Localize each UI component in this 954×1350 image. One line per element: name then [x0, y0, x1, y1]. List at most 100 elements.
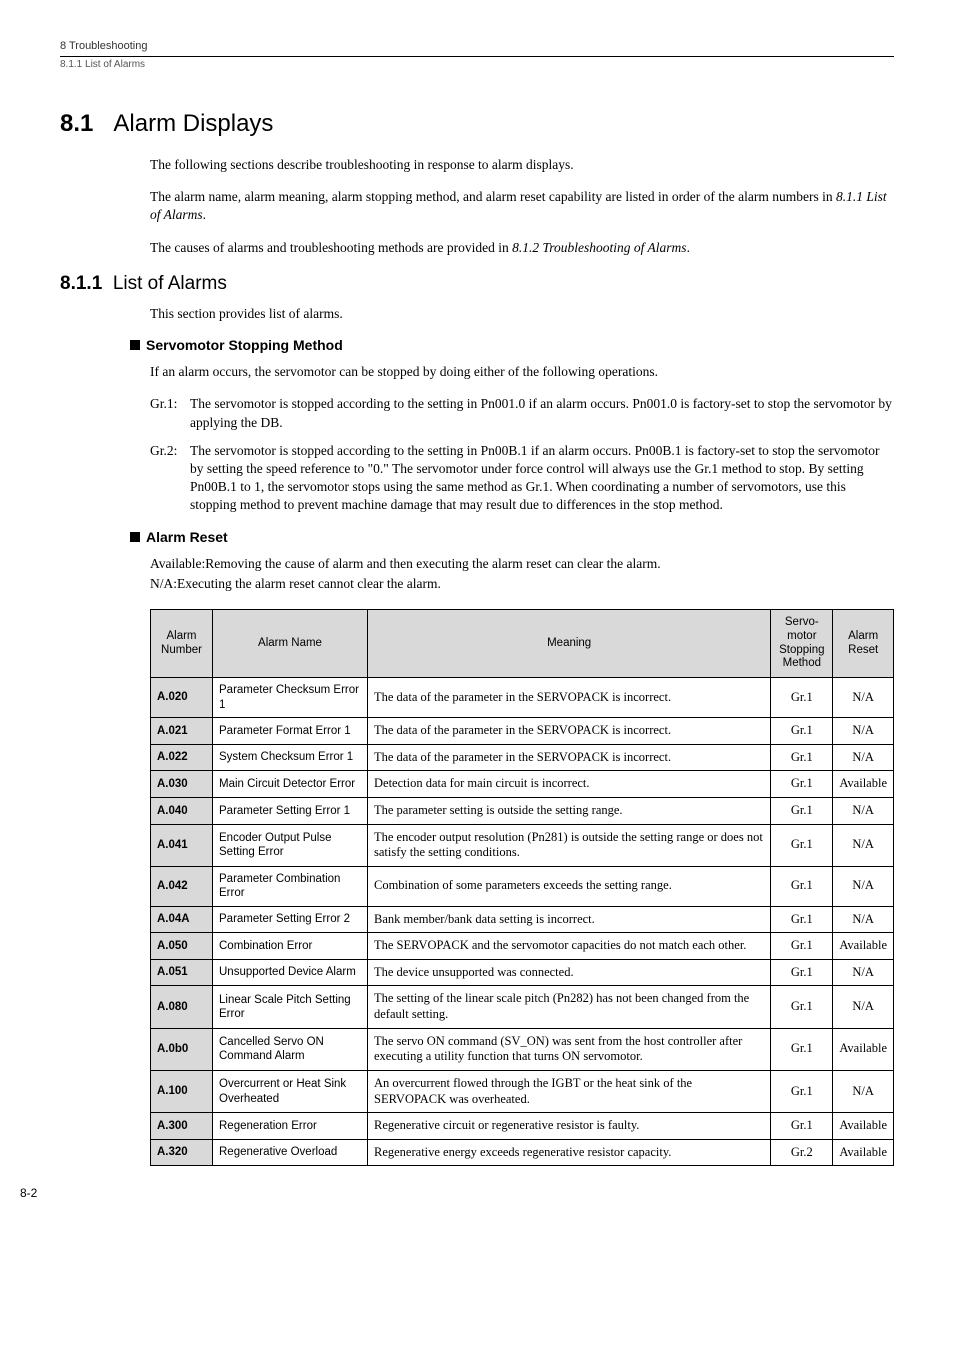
cell-stopping-method: Gr.2 — [771, 1139, 833, 1166]
th-stopping-method: Servo-motor Stopping Method — [771, 610, 833, 678]
running-header-chapter: 8 Troubleshooting — [60, 40, 894, 52]
page-number: 8-2 — [20, 1186, 894, 1200]
para3-ref: 8.1.2 Troubleshooting of Alarms — [512, 240, 686, 255]
subsection-label: List of Alarms — [113, 273, 227, 294]
table-row: A.080Linear Scale Pitch Setting ErrorThe… — [151, 986, 894, 1028]
alarm-reset-label: Alarm Reset — [146, 529, 228, 545]
cell-alarm-name: Regeneration Error — [213, 1113, 368, 1140]
cell-alarm-reset: N/A — [833, 866, 894, 906]
cell-alarm-number: A.04A — [151, 906, 213, 933]
table-row: A.300Regeneration ErrorRegenerative circ… — [151, 1113, 894, 1140]
cell-alarm-number: A.080 — [151, 986, 213, 1028]
cell-alarm-name: Unsupported Device Alarm — [213, 959, 368, 986]
cell-alarm-name: Linear Scale Pitch Setting Error — [213, 986, 368, 1028]
table-row: A.051Unsupported Device AlarmThe device … — [151, 959, 894, 986]
section-para2: The alarm name, alarm meaning, alarm sto… — [150, 188, 894, 224]
cell-stopping-method: Gr.1 — [771, 1028, 833, 1070]
cell-alarm-reset: Available — [833, 1113, 894, 1140]
section-title: 8.1 Alarm Displays — [60, 110, 894, 138]
table-row: A.021Parameter Format Error 1The data of… — [151, 718, 894, 745]
subsection-intro: This section provides list of alarms. — [150, 305, 894, 323]
cell-alarm-number: A.020 — [151, 678, 213, 718]
cell-alarm-name: Parameter Setting Error 2 — [213, 906, 368, 933]
cell-meaning: The servo ON command (SV_ON) was sent fr… — [368, 1028, 771, 1070]
table-row: A.100Overcurrent or Heat Sink Overheated… — [151, 1070, 894, 1112]
cell-alarm-reset: N/A — [833, 744, 894, 771]
cell-meaning: Combination of some parameters exceeds t… — [368, 866, 771, 906]
cell-alarm-number: A.040 — [151, 797, 213, 824]
square-bullet-icon — [130, 532, 140, 542]
cell-alarm-number: A.041 — [151, 824, 213, 866]
cell-meaning: Regenerative circuit or regenerative res… — [368, 1113, 771, 1140]
reset-line2: N/A:Executing the alarm reset cannot cle… — [150, 575, 894, 593]
cell-alarm-number: A.042 — [151, 866, 213, 906]
cell-alarm-reset: Available — [833, 933, 894, 960]
stopping-method-title: Servomotor Stopping Method — [130, 337, 894, 353]
th-meaning: Meaning — [368, 610, 771, 678]
cell-alarm-name: Parameter Format Error 1 — [213, 718, 368, 745]
cell-stopping-method: Gr.1 — [771, 824, 833, 866]
section-label: Alarm Displays — [113, 110, 273, 137]
cell-stopping-method: Gr.1 — [771, 866, 833, 906]
cell-stopping-method: Gr.1 — [771, 1113, 833, 1140]
th-alarm-number: Alarm Number — [151, 610, 213, 678]
cell-meaning: Detection data for main circuit is incor… — [368, 771, 771, 798]
cell-alarm-reset: N/A — [833, 797, 894, 824]
section-para3: The causes of alarms and troubleshooting… — [150, 239, 894, 257]
cell-meaning: The data of the parameter in the SERVOPA… — [368, 744, 771, 771]
cell-alarm-reset: Available — [833, 1139, 894, 1166]
cell-alarm-reset: N/A — [833, 718, 894, 745]
cell-alarm-reset: N/A — [833, 824, 894, 866]
cell-alarm-name: Main Circuit Detector Error — [213, 771, 368, 798]
cell-alarm-reset: N/A — [833, 959, 894, 986]
cell-alarm-number: A.050 — [151, 933, 213, 960]
cell-meaning: The setting of the linear scale pitch (P… — [368, 986, 771, 1028]
table-row: A.022System Checksum Error 1The data of … — [151, 744, 894, 771]
cell-alarm-number: A.320 — [151, 1139, 213, 1166]
table-header-row: Alarm Number Alarm Name Meaning Servo-mo… — [151, 610, 894, 678]
section-intro: The following sections describe troubles… — [150, 156, 894, 174]
section-number: 8.1 — [60, 110, 93, 137]
table-row: A.041Encoder Output Pulse Setting ErrorT… — [151, 824, 894, 866]
cell-stopping-method: Gr.1 — [771, 959, 833, 986]
table-row: A.040Parameter Setting Error 1The parame… — [151, 797, 894, 824]
cell-alarm-reset: Available — [833, 771, 894, 798]
header-rule — [60, 56, 894, 57]
stopping-intro: If an alarm occurs, the servomotor can b… — [150, 363, 894, 381]
cell-alarm-name: Encoder Output Pulse Setting Error — [213, 824, 368, 866]
subsection-number: 8.1.1 — [60, 273, 102, 294]
cell-alarm-number: A.0b0 — [151, 1028, 213, 1070]
cell-alarm-name: Regenerative Overload — [213, 1139, 368, 1166]
gr1-text: The servomotor is stopped according to t… — [190, 395, 894, 431]
cell-meaning: The device unsupported was connected. — [368, 959, 771, 986]
para2-b: . — [203, 207, 206, 222]
alarm-reset-title: Alarm Reset — [130, 529, 894, 545]
square-bullet-icon — [130, 340, 140, 350]
cell-stopping-method: Gr.1 — [771, 744, 833, 771]
table-row: A.050Combination ErrorThe SERVOPACK and … — [151, 933, 894, 960]
running-header-subsection: 8.1.1 List of Alarms — [60, 59, 894, 70]
cell-alarm-reset: N/A — [833, 678, 894, 718]
cell-alarm-name: Parameter Setting Error 1 — [213, 797, 368, 824]
cell-alarm-reset: N/A — [833, 986, 894, 1028]
gr1-block: Gr.1: The servomotor is stopped accordin… — [150, 395, 894, 431]
cell-alarm-number: A.021 — [151, 718, 213, 745]
cell-meaning: The SERVOPACK and the servomotor capacit… — [368, 933, 771, 960]
cell-alarm-name: System Checksum Error 1 — [213, 744, 368, 771]
table-row: A.042Parameter Combination ErrorCombinat… — [151, 866, 894, 906]
cell-alarm-number: A.300 — [151, 1113, 213, 1140]
para3-b: . — [687, 240, 690, 255]
gr2-label: Gr.2: — [150, 442, 190, 515]
cell-alarm-name: Parameter Checksum Error 1 — [213, 678, 368, 718]
cell-stopping-method: Gr.1 — [771, 771, 833, 798]
cell-alarm-reset: N/A — [833, 906, 894, 933]
para3-a: The causes of alarms and troubleshooting… — [150, 240, 512, 255]
cell-stopping-method: Gr.1 — [771, 678, 833, 718]
cell-stopping-method: Gr.1 — [771, 906, 833, 933]
table-row: A.020Parameter Checksum Error 1The data … — [151, 678, 894, 718]
cell-alarm-name: Cancelled Servo ON Command Alarm — [213, 1028, 368, 1070]
cell-meaning: The encoder output resolution (Pn281) is… — [368, 824, 771, 866]
cell-alarm-number: A.030 — [151, 771, 213, 798]
gr1-label: Gr.1: — [150, 395, 190, 431]
table-row: A.320Regenerative OverloadRegenerative e… — [151, 1139, 894, 1166]
